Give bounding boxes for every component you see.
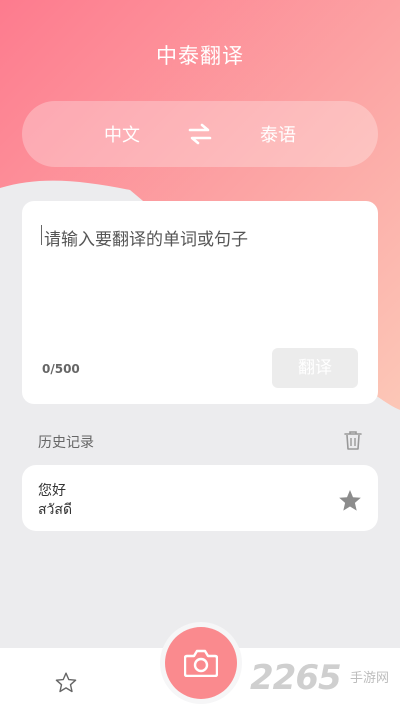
watermark: 2265 手游网 [250,658,400,698]
camera-button[interactable] [165,627,237,699]
camera-icon [184,649,218,677]
swap-icon[interactable] [186,121,214,147]
history-title: 历史记录 [38,435,94,451]
history-target-text: สวัสดี [38,502,73,518]
text-caret [41,225,42,245]
translate-button[interactable]: 翻译 [272,348,358,388]
source-language-button[interactable]: 中文 [104,121,140,147]
favorites-tab-icon[interactable] [55,672,77,693]
page-title: 中泰翻译 [156,44,244,68]
translation-input[interactable]: 请输入要翻译的单词或句子 [44,225,248,250]
char-counter: 0/500 [42,362,80,376]
translation-input-card: 请输入要翻译的单词或句子 0/500 翻译 [22,201,378,404]
target-language-button[interactable]: 泰语 [260,121,296,147]
language-selector: 中文 泰语 [22,101,378,167]
history-item[interactable]: 您好 สวัสดี [22,465,378,531]
history-source-text: 您好 [38,483,66,499]
watermark-text: 手游网 [350,671,390,686]
favorite-star-icon[interactable] [338,489,362,512]
watermark-number: 2265 [250,658,342,698]
trash-icon[interactable] [344,430,362,450]
